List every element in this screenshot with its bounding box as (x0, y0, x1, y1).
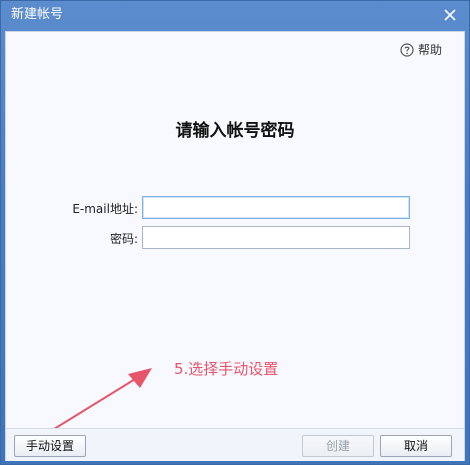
button-bar: 手动设置 创建 取消 (6, 428, 464, 461)
cancel-button[interactable]: 取消 (380, 435, 452, 457)
window-title: 新建帐号 (11, 7, 64, 22)
create-button[interactable]: 创建 (302, 435, 374, 457)
manual-setup-button[interactable]: 手动设置 (14, 435, 86, 457)
email-input[interactable] (142, 196, 410, 219)
question-circle-icon (400, 42, 414, 57)
help-label: 帮助 (417, 43, 442, 57)
email-label: E-mail地址: (72, 202, 138, 216)
help-link[interactable]: 帮助 (400, 41, 442, 58)
close-button[interactable] (441, 6, 459, 24)
close-icon (444, 9, 456, 21)
annotation-text: 5.选择手动设置 (174, 360, 279, 378)
password-label: 密码: (109, 232, 138, 246)
page-heading: 请输入帐号密码 (175, 121, 295, 141)
title-bar[interactable]: 新建帐号 (1, 1, 469, 31)
new-account-dialog: 新建帐号 帮助 请输入帐号密码 E-mail地址: 密码: 5.选择手动设置 手… (0, 0, 470, 465)
dialog-content: 帮助 请输入帐号密码 E-mail地址: 密码: 5.选择手动设置 手动设置 创… (5, 31, 465, 461)
password-input[interactable] (142, 226, 410, 249)
